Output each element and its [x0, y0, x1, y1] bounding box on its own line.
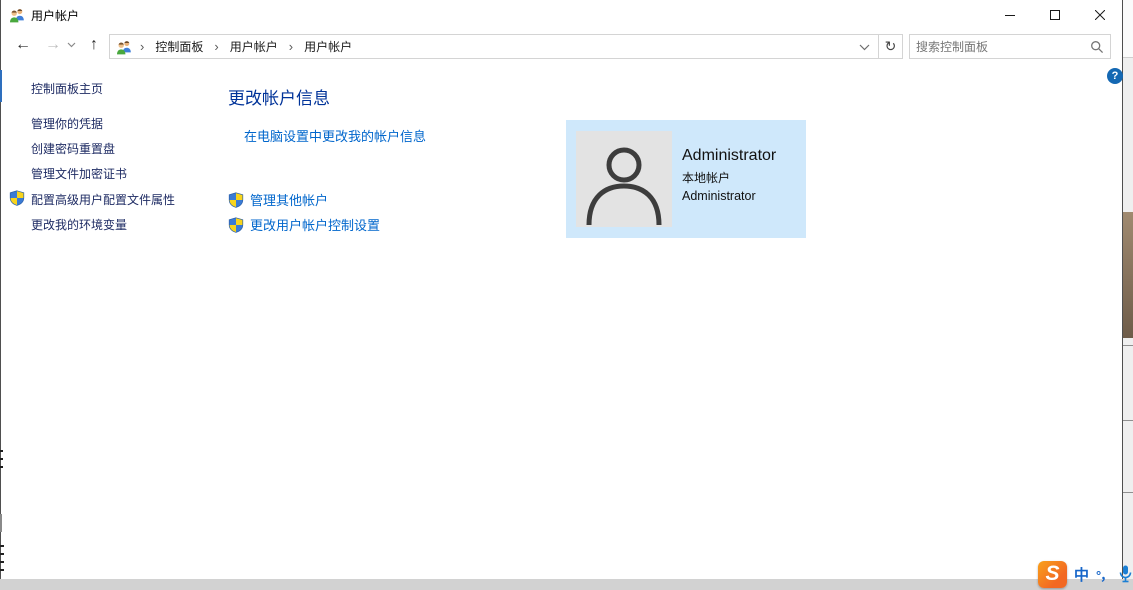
- ime-toolbar: S 中 °，: [1038, 558, 1133, 590]
- account-type: 本地帐户: [682, 171, 776, 186]
- breadcrumb-control-panel[interactable]: 控制面板: [152, 36, 206, 57]
- desktop-edge-artifact: [0, 561, 4, 563]
- sidebar-item-change-environment-variables[interactable]: 更改我的环境变量: [31, 216, 127, 233]
- breadcrumb-separator: ›: [140, 39, 144, 54]
- search-box: [909, 34, 1111, 59]
- breadcrumb-separator: ›: [214, 39, 218, 54]
- uac-shield-icon: [9, 190, 25, 206]
- desktop-artifact: [1123, 0, 1133, 58]
- desktop-edge-right: [1123, 0, 1133, 590]
- user-accounts-app-icon: [9, 7, 25, 23]
- account-info: Administrator 本地帐户 Administrator: [682, 146, 776, 238]
- account-tile[interactable]: Administrator 本地帐户 Administrator: [566, 120, 806, 238]
- up-button[interactable]: ↑: [81, 30, 107, 60]
- change-account-info-in-pc-settings-link[interactable]: 在电脑设置中更改我的帐户信息: [244, 126, 426, 145]
- desktop-edge-artifact: [0, 450, 3, 452]
- desktop-edge-artifact: [0, 545, 4, 547]
- maximize-button[interactable]: [1032, 0, 1077, 30]
- desktop-artifact-line: [1123, 345, 1133, 346]
- help-button[interactable]: ?: [1107, 68, 1123, 84]
- user-avatar-icon: [576, 135, 672, 227]
- user-accounts-window: 用户帐户 ← → ↑ › 控制面板 › 用户帐户 › 用户帐户: [0, 0, 1123, 579]
- breadcrumb-users-icon: [116, 39, 132, 55]
- sidebar-item-manage-credentials[interactable]: 管理你的凭据: [31, 115, 103, 132]
- search-icon: [1090, 40, 1104, 54]
- sidebar-item-manage-file-encryption-certificates[interactable]: 管理文件加密证书: [31, 165, 127, 182]
- desktop-artifact-line: [1123, 492, 1133, 493]
- close-icon: [1095, 10, 1105, 20]
- titlebar[interactable]: 用户帐户: [1, 0, 1122, 30]
- manage-other-accounts-link[interactable]: 管理其他帐户: [228, 190, 328, 209]
- desktop-edge-artifact: [0, 70, 2, 102]
- desktop-edge-artifact: [0, 569, 4, 571]
- manage-other-accounts-label: 管理其他帐户: [250, 190, 328, 209]
- account-name: Administrator: [682, 146, 776, 166]
- navigation-bar: ← → ↑ › 控制面板 › 用户帐户 › 用户帐户 ↻: [1, 30, 1122, 60]
- chevron-down-icon: [859, 44, 870, 51]
- desktop-edge-artifact: [0, 553, 4, 555]
- page-title: 更改帐户信息: [228, 84, 330, 109]
- refresh-button[interactable]: ↻: [879, 34, 903, 59]
- sogou-logo-icon[interactable]: S: [1038, 561, 1067, 588]
- content-area: 控制面板主页 管理你的凭据 创建密码重置盘 管理文件加密证书 配置高级用户配置文…: [1, 60, 1122, 579]
- minimize-icon: [1005, 10, 1015, 20]
- account-role: Administrator: [682, 189, 776, 204]
- window-title: 用户帐户: [31, 7, 79, 24]
- minimize-button[interactable]: [987, 0, 1032, 30]
- desktop-edge-artifact: [0, 466, 3, 468]
- recent-pages-dropdown[interactable]: [63, 30, 79, 60]
- desktop-edge-artifact: [0, 514, 2, 532]
- search-input[interactable]: [916, 40, 1090, 54]
- ime-punctuation-icon[interactable]: °，: [1096, 565, 1112, 584]
- change-uac-settings-label: 更改用户帐户控制设置: [250, 215, 380, 234]
- desktop-edge-artifact: [0, 458, 3, 460]
- close-button[interactable]: [1077, 0, 1122, 30]
- change-uac-settings-link[interactable]: 更改用户帐户控制设置: [228, 215, 380, 234]
- desktop-edge-bottom: [0, 579, 1133, 590]
- caption-buttons: [987, 0, 1122, 30]
- chevron-down-icon: [67, 42, 76, 48]
- ime-language-icon[interactable]: 中: [1074, 564, 1089, 585]
- back-button[interactable]: ←: [9, 30, 37, 60]
- breadcrumb-separator: ›: [289, 39, 293, 54]
- sidebar-item-create-password-reset-disk[interactable]: 创建密码重置盘: [31, 140, 115, 157]
- sidebar-item-control-panel-home[interactable]: 控制面板主页: [31, 80, 103, 97]
- breadcrumb-user-accounts-page[interactable]: 用户帐户: [301, 36, 355, 57]
- desktop-artifact-line: [1123, 420, 1133, 421]
- desktop-wallpaper-sliver: [1123, 212, 1133, 338]
- breadcrumb-user-accounts[interactable]: 用户帐户: [227, 36, 281, 57]
- address-bar[interactable]: › 控制面板 › 用户帐户 › 用户帐户: [109, 34, 879, 59]
- address-dropdown[interactable]: [859, 38, 874, 56]
- uac-shield-icon: [228, 192, 244, 208]
- maximize-icon: [1050, 10, 1060, 20]
- uac-shield-icon: [228, 217, 244, 233]
- avatar: [576, 131, 672, 227]
- sidebar-item-configure-advanced-user-profile[interactable]: 配置高级用户配置文件属性: [31, 191, 175, 208]
- microphone-icon[interactable]: [1119, 565, 1132, 583]
